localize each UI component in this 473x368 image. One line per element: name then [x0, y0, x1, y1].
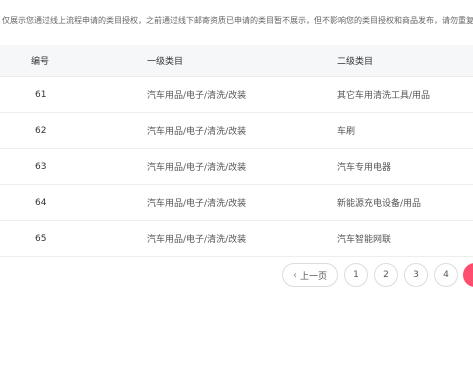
header-category-2: 二级类目 — [337, 57, 374, 67]
chevron-left-icon: ‹ — [292, 269, 297, 281]
prev-page-button[interactable]: ‹ 上一页 — [282, 263, 338, 287]
row-category-2: 新能源充电设备/用品 — [337, 199, 422, 209]
table-row: 64 汽车用品/电子/清洗/改装 新能源充电设备/用品 — [0, 185, 473, 221]
row-category-1: 汽车用品/电子/清洗/改装 — [147, 163, 247, 173]
header-id: 编号 — [31, 57, 50, 67]
page-button-3[interactable]: 3 — [404, 263, 428, 287]
page-button-1[interactable]: 1 — [344, 263, 368, 287]
row-id: 64 — [35, 197, 47, 208]
row-category-1: 汽车用品/电子/清洗/改装 — [147, 199, 247, 209]
table-row: 65 汽车用品/电子/清洗/改装 汽车智能网联 — [0, 221, 473, 257]
row-id: 63 — [35, 161, 47, 172]
row-category-1: 汽车用品/电子/清洗/改装 — [147, 91, 247, 101]
row-category-2: 车刷 — [337, 127, 356, 137]
header-category-1: 一级类目 — [147, 57, 184, 67]
row-id: 61 — [35, 89, 47, 100]
category-table: 编号 一级类目 二级类目 61 汽车用品/电子/清洗/改装 其它车用清洗工具/用… — [0, 45, 473, 257]
table-row: 63 汽车用品/电子/清洗/改装 汽车专用电器 — [0, 149, 473, 185]
row-id: 62 — [35, 125, 47, 136]
row-id: 65 — [35, 233, 47, 244]
row-category-1: 汽车用品/电子/清洗/改装 — [147, 127, 247, 137]
page-button-current[interactable] — [463, 263, 473, 287]
table-row: 61 汽车用品/电子/清洗/改装 其它车用清洗工具/用品 — [0, 77, 473, 113]
row-category-1: 汽车用品/电子/清洗/改装 — [147, 235, 247, 245]
table-row: 62 汽车用品/电子/清洗/改装 车刷 — [0, 113, 473, 149]
prev-page-label: 上一页 — [299, 271, 327, 282]
row-category-2: 汽车智能网联 — [337, 235, 392, 245]
table-header: 编号 一级类目 二级类目 — [0, 45, 473, 77]
row-category-2: 汽车专用电器 — [337, 163, 392, 173]
row-category-2: 其它车用清洗工具/用品 — [337, 91, 431, 101]
notice-text: 仅展示您通过线上流程申请的类目授权，之前通过线下邮寄资质已申请的类目暂不展示，但… — [2, 16, 473, 25]
page-button-2[interactable]: 2 — [374, 263, 398, 287]
page-button-4[interactable]: 4 — [434, 263, 458, 287]
